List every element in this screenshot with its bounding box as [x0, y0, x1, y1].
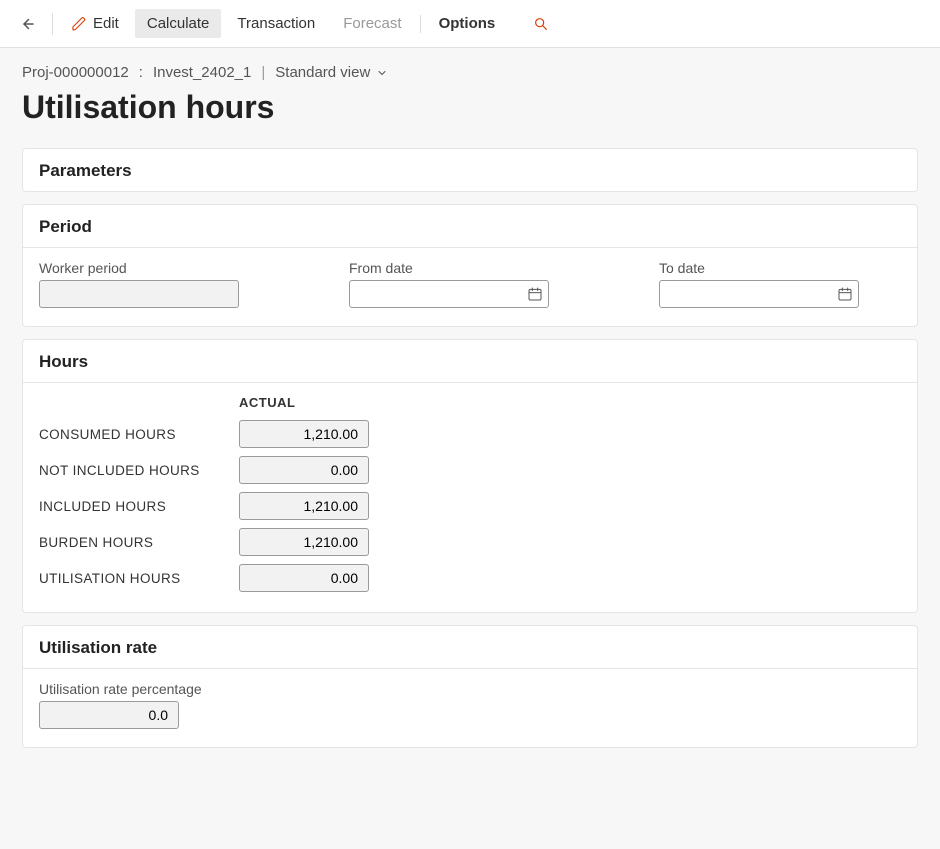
back-arrow-icon: [18, 15, 36, 33]
calculate-label: Calculate: [147, 15, 210, 32]
consumed-hours-label: CONSUMED HOURS: [39, 427, 239, 442]
search-button[interactable]: [523, 10, 559, 38]
section-hours-header[interactable]: Hours: [23, 340, 917, 382]
breadcrumb-separator: |: [261, 64, 265, 81]
utilisation-hours-label: UTILISATION HOURS: [39, 571, 239, 586]
from-date-field: From date: [349, 260, 549, 308]
page-title: Utilisation hours: [22, 89, 918, 126]
worker-period-label: Worker period: [39, 260, 239, 276]
toolbar-divider: [420, 15, 421, 33]
breadcrumb: Proj-000000012 : Invest_2402_1 | Standar…: [22, 64, 918, 81]
options-button[interactable]: Options: [427, 9, 508, 38]
not-included-hours-value[interactable]: [239, 456, 369, 484]
from-date-input[interactable]: [349, 280, 549, 308]
transaction-label: Transaction: [237, 15, 315, 32]
period-body: Worker period From date To date: [23, 260, 917, 326]
section-hours: Hours ACTUAL CONSUMED HOURS NOT INCLUDED…: [22, 339, 918, 613]
burden-hours-value[interactable]: [239, 528, 369, 556]
worker-period-input[interactable]: [39, 280, 239, 308]
section-utilisation-rate: Utilisation rate Utilisation rate percen…: [22, 625, 918, 748]
hours-body: ACTUAL CONSUMED HOURS NOT INCLUDED HOURS…: [23, 395, 917, 612]
section-divider: [23, 247, 917, 248]
worker-period-field: Worker period: [39, 260, 239, 308]
included-hours-value[interactable]: [239, 492, 369, 520]
transaction-button[interactable]: Transaction: [225, 9, 327, 38]
to-date-label: To date: [659, 260, 859, 276]
not-included-hours-label: NOT INCLUDED HOURS: [39, 463, 239, 478]
view-label-text: Standard view: [275, 64, 370, 81]
to-date-field: To date: [659, 260, 859, 308]
to-date-input[interactable]: [659, 280, 859, 308]
section-parameters-header[interactable]: Parameters: [23, 149, 917, 191]
utilisation-hours-value[interactable]: [239, 564, 369, 592]
breadcrumb-colon: :: [139, 64, 143, 81]
project-name: Invest_2402_1: [153, 64, 251, 81]
project-code: Proj-000000012: [22, 64, 129, 81]
actual-column-header: ACTUAL: [239, 395, 379, 412]
options-label: Options: [439, 15, 496, 32]
included-hours-label: INCLUDED HOURS: [39, 499, 239, 514]
pencil-icon: [71, 16, 87, 32]
rate-body: Utilisation rate percentage: [23, 681, 917, 747]
edit-button[interactable]: Edit: [59, 9, 131, 38]
calculate-button[interactable]: Calculate: [135, 9, 222, 38]
edit-label: Edit: [93, 15, 119, 32]
consumed-hours-value[interactable]: [239, 420, 369, 448]
toolbar-divider: [52, 13, 53, 35]
section-rate-header[interactable]: Utilisation rate: [23, 626, 917, 668]
forecast-label: Forecast: [343, 15, 401, 32]
from-date-label: From date: [349, 260, 549, 276]
section-period: Period Worker period From date To date: [22, 204, 918, 327]
section-divider: [23, 382, 917, 383]
section-divider: [23, 668, 917, 669]
forecast-button: Forecast: [331, 9, 413, 38]
section-period-header[interactable]: Period: [23, 205, 917, 247]
search-icon: [533, 16, 549, 32]
view-selector[interactable]: Standard view: [275, 64, 388, 81]
rate-percentage-label: Utilisation rate percentage: [39, 681, 901, 697]
section-parameters: Parameters: [22, 148, 918, 192]
hours-grid: ACTUAL CONSUMED HOURS NOT INCLUDED HOURS…: [39, 395, 901, 592]
action-toolbar: Edit Calculate Transaction Forecast Opti…: [0, 0, 940, 48]
chevron-down-icon: [376, 67, 388, 79]
back-button[interactable]: [8, 9, 46, 39]
burden-hours-label: BURDEN HOURS: [39, 535, 239, 550]
rate-percentage-value[interactable]: [39, 701, 179, 729]
page-header-area: Proj-000000012 : Invest_2402_1 | Standar…: [0, 48, 940, 148]
